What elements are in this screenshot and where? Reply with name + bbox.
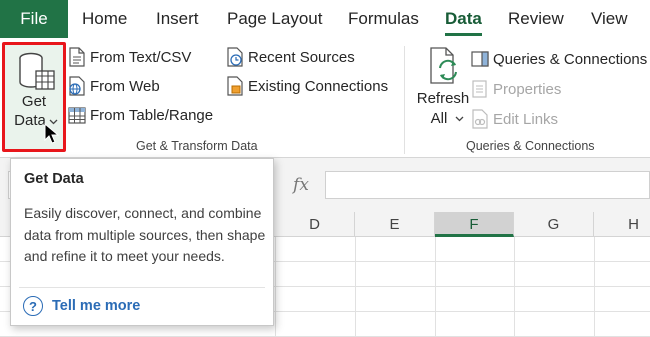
from-table-range-label: From Table/Range: [90, 106, 214, 124]
from-web-label: From Web: [90, 77, 160, 95]
queries-connections-group-label: Queries & Connections: [466, 139, 595, 153]
ribbon-tab-bar: File Home Insert Page Layout Formulas Da…: [0, 0, 650, 38]
chevron-down-icon: [455, 116, 464, 122]
recent-clock-icon: [227, 47, 243, 67]
refresh-icon: [430, 47, 457, 84]
existing-connections-icon: [227, 76, 243, 96]
grid-line: [594, 237, 595, 337]
grid-line: [355, 237, 356, 337]
table-icon: [68, 107, 86, 124]
column-header-g[interactable]: G: [514, 212, 594, 237]
recent-sources-button[interactable]: Recent Sources: [226, 46, 355, 68]
tooltip-divider: [19, 287, 265, 288]
get-data-tooltip: Get Data Easily discover, connect, and c…: [10, 158, 274, 326]
column-header-h[interactable]: H: [594, 212, 650, 237]
tab-page-layout[interactable]: Page Layout: [227, 0, 322, 38]
existing-connections-button[interactable]: Existing Connections: [226, 75, 388, 97]
grid-line: [514, 237, 515, 337]
tab-data[interactable]: Data: [445, 0, 482, 38]
properties-icon: [472, 80, 487, 98]
tab-review[interactable]: Review: [508, 0, 564, 38]
from-web-button[interactable]: From Web: [68, 75, 160, 97]
existing-connections-label: Existing Connections: [248, 77, 389, 95]
from-text-csv-label: From Text/CSV: [90, 48, 192, 66]
edit-links-button[interactable]: Edit Links: [471, 108, 558, 130]
tell-me-more-link[interactable]: ? Tell me more: [23, 296, 140, 316]
database-table-icon: [19, 52, 55, 90]
formula-input[interactable]: [325, 171, 650, 199]
properties-button[interactable]: Properties: [471, 78, 561, 100]
get-data-label-line1: Get: [21, 93, 47, 110]
from-text-csv-button[interactable]: From Text/CSV: [68, 46, 191, 68]
queries-connections-label: Queries & Connections: [493, 50, 648, 68]
get-transform-group-label: Get & Transform Data: [136, 139, 258, 153]
recent-sources-label: Recent Sources: [248, 48, 355, 66]
column-header-e[interactable]: E: [355, 212, 435, 237]
tab-formulas[interactable]: Formulas: [348, 0, 419, 38]
group-separator: [404, 46, 405, 154]
column-header-d[interactable]: D: [275, 212, 355, 237]
grid-line: [435, 237, 436, 337]
refresh-all-button[interactable]: Refresh All: [412, 44, 474, 136]
tab-home[interactable]: Home: [82, 0, 127, 38]
tab-file[interactable]: File: [0, 0, 68, 38]
tab-view[interactable]: View: [591, 0, 628, 38]
insert-function-button[interactable]: fx: [281, 171, 321, 199]
tooltip-description: Easily discover, connect, and combine da…: [24, 205, 266, 264]
grid-line: [275, 237, 276, 337]
column-header-f[interactable]: F: [435, 212, 514, 237]
edit-links-icon: [472, 109, 488, 129]
queries-connections-button[interactable]: Queries & Connections: [471, 48, 647, 70]
web-globe-icon: [69, 76, 85, 96]
properties-label: Properties: [493, 80, 562, 98]
text-file-icon: [69, 47, 85, 67]
refresh-label-line1: Refresh: [416, 90, 470, 107]
ribbon: Get Data From Text/CSV From Web From Tab…: [0, 38, 650, 158]
from-table-range-button[interactable]: From Table/Range: [68, 104, 213, 126]
edit-links-label: Edit Links: [493, 110, 559, 128]
queries-pane-icon: [471, 51, 489, 67]
help-question-icon: ?: [23, 296, 43, 316]
tell-me-more-label: Tell me more: [52, 298, 141, 314]
tab-insert[interactable]: Insert: [156, 0, 199, 38]
tooltip-title: Get Data: [24, 171, 84, 187]
mouse-pointer-icon: [44, 123, 60, 144]
